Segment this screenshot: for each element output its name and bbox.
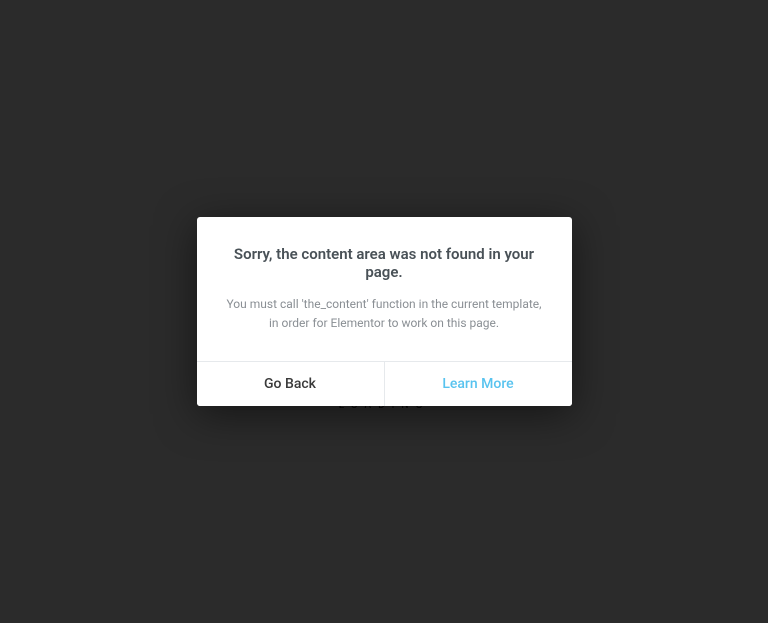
modal-message-line2: in order for Elementor to work on this p… [269, 316, 499, 330]
learn-more-button[interactable]: Learn More [385, 362, 572, 406]
modal-message: You must call 'the_content' function in … [217, 295, 552, 332]
modal-title: Sorry, the content area was not found in… [217, 245, 552, 281]
go-back-button[interactable]: Go Back [197, 362, 385, 406]
modal-message-line1: You must call 'the_content' function in … [226, 297, 541, 311]
modal-actions: Go Back Learn More [197, 361, 572, 406]
modal-overlay: Sorry, the content area was not found in… [0, 0, 768, 623]
error-modal: Sorry, the content area was not found in… [197, 217, 572, 405]
modal-body: Sorry, the content area was not found in… [197, 217, 572, 360]
